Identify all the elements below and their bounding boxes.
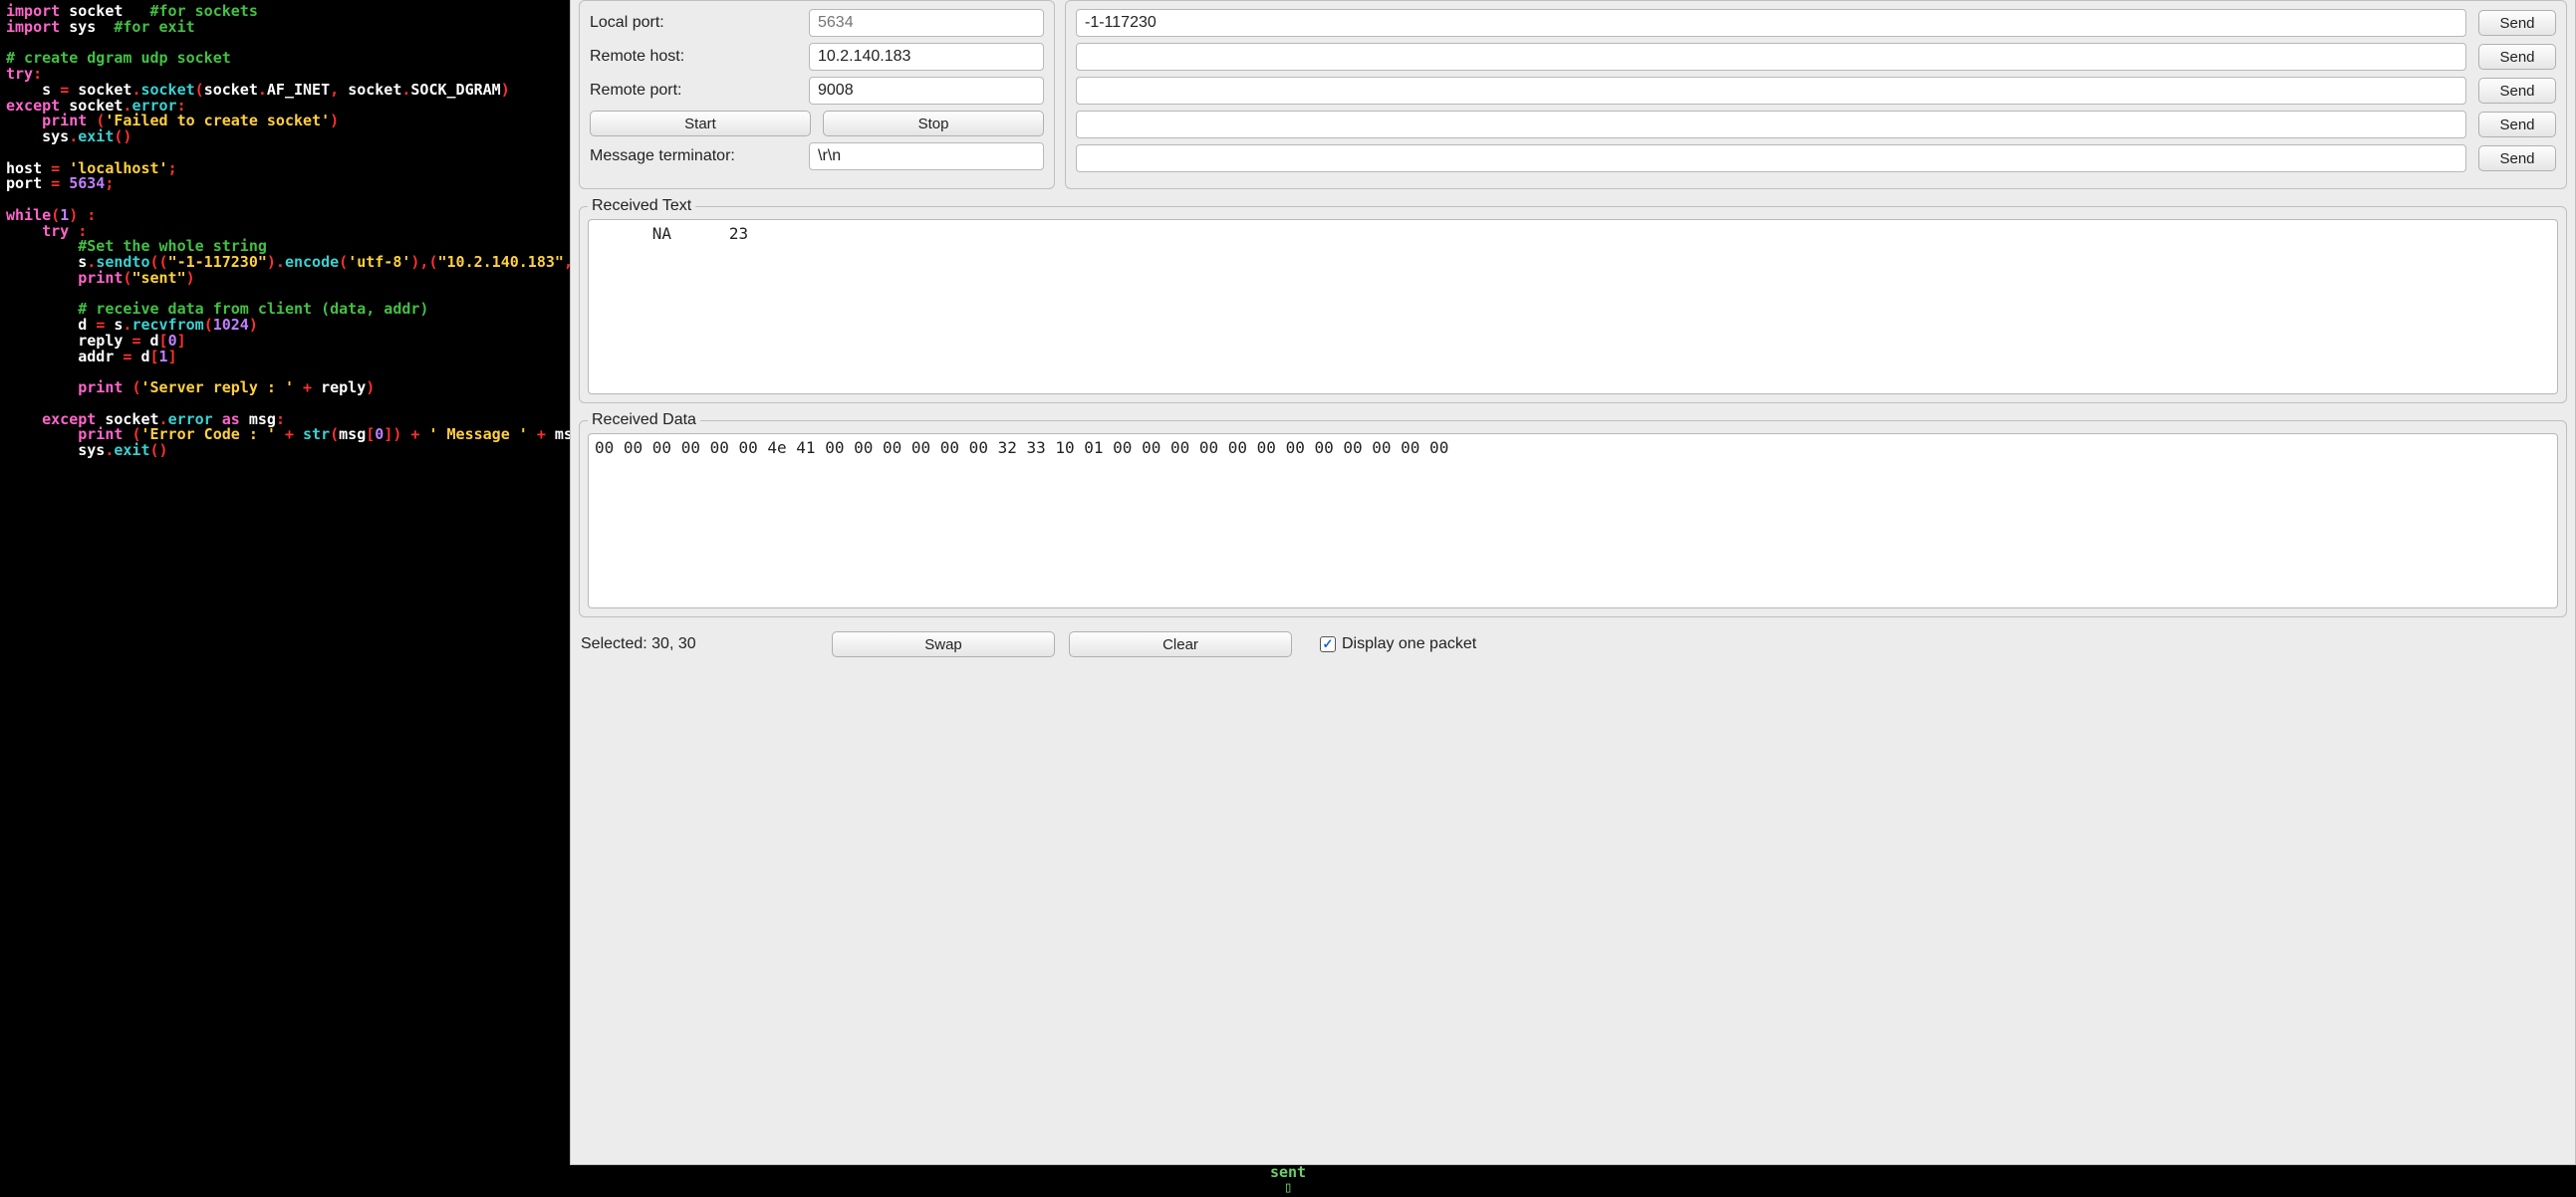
received-data-box[interactable]: 00 00 00 00 00 00 4e 41 00 00 00 00 00 0… xyxy=(588,433,2558,608)
terminator-input[interactable] xyxy=(809,142,1044,170)
clear-button[interactable]: Clear xyxy=(1069,631,1292,657)
send-button-0[interactable]: Send xyxy=(2478,10,2556,36)
received-data-group: Received Data 00 00 00 00 00 00 4e 41 00… xyxy=(579,411,2567,617)
connection-config-group: Local port: Remote host: Remote port: St… xyxy=(579,0,1055,189)
send-group: Send Send Send Send Send xyxy=(1065,0,2567,189)
received-text-legend: Received Text xyxy=(588,197,695,215)
received-data-legend: Received Data xyxy=(588,411,700,429)
send-row: Send xyxy=(1076,9,2556,37)
send-button-2[interactable]: Send xyxy=(2478,78,2556,104)
terminal-output: sent ▯ xyxy=(0,1165,2576,1197)
send-input-2[interactable] xyxy=(1076,77,2466,105)
send-input-3[interactable] xyxy=(1076,111,2466,138)
code-editor[interactable]: import socket #for sockets import sys #f… xyxy=(0,0,570,1165)
remote-port-label: Remote port: xyxy=(590,82,799,100)
swap-button[interactable]: Swap xyxy=(832,631,1055,657)
start-button[interactable]: Start xyxy=(590,111,811,136)
bottom-bar: Selected: 30, 30 Swap Clear ✓ Display on… xyxy=(571,625,2575,665)
send-button-3[interactable]: Send xyxy=(2478,112,2556,137)
send-input-1[interactable] xyxy=(1076,43,2466,71)
remote-port-input[interactable] xyxy=(809,77,1044,105)
send-input-0[interactable] xyxy=(1076,9,2466,37)
send-button-4[interactable]: Send xyxy=(2478,145,2556,171)
display-one-packet-checkbox[interactable]: ✓ xyxy=(1320,636,1336,652)
received-text-group: Received Text NA 23 xyxy=(579,197,2567,403)
display-one-packet-label: Display one packet xyxy=(1342,635,1476,653)
remote-host-input[interactable] xyxy=(809,43,1044,71)
send-row: Send xyxy=(1076,144,2556,172)
stop-button[interactable]: Stop xyxy=(823,111,1044,136)
selection-label: Selected: 30, 30 xyxy=(581,635,818,653)
send-row: Send xyxy=(1076,77,2556,105)
remote-host-label: Remote host: xyxy=(590,48,799,66)
terminator-label: Message terminator: xyxy=(590,147,799,165)
send-input-4[interactable] xyxy=(1076,144,2466,172)
send-button-1[interactable]: Send xyxy=(2478,44,2556,70)
udp-tool-window: Local port: Remote host: Remote port: St… xyxy=(570,0,2576,1165)
send-row: Send xyxy=(1076,111,2556,138)
received-text-box[interactable]: NA 23 xyxy=(588,219,2558,394)
terminal-cursor-icon: ▯ xyxy=(1283,1178,1292,1196)
local-port-label: Local port: xyxy=(590,14,799,32)
local-port-input[interactable] xyxy=(809,9,1044,37)
send-row: Send xyxy=(1076,43,2556,71)
